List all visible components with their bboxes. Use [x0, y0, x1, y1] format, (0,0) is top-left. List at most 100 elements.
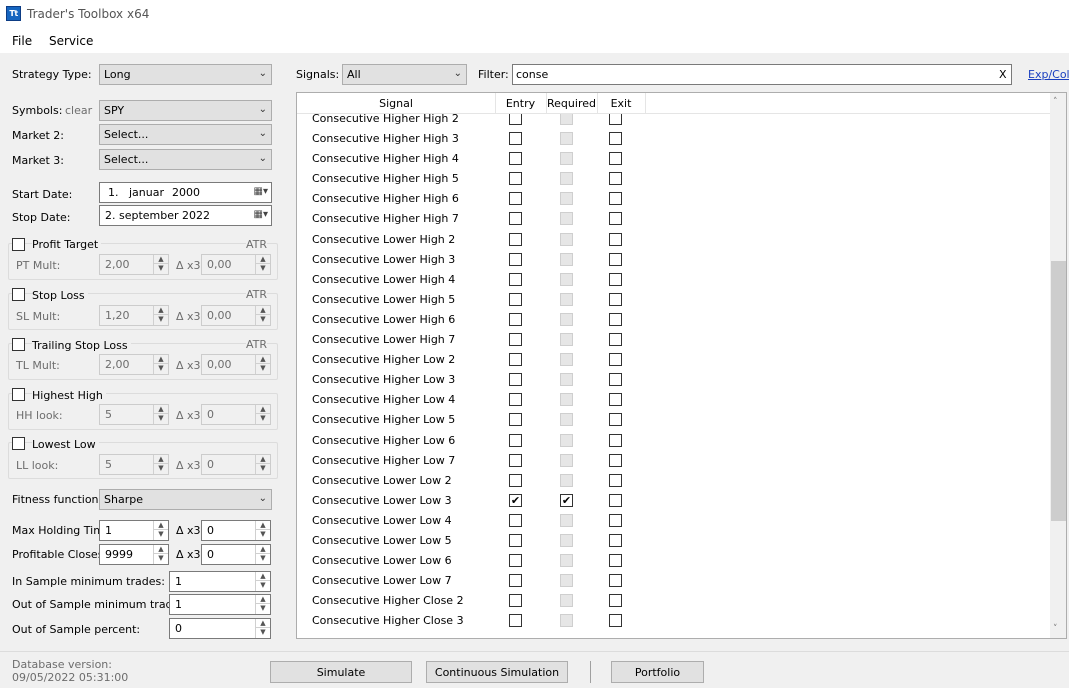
table-row[interactable]: Consecutive Higher Low 5	[297, 410, 1052, 430]
exit-checkbox[interactable]	[609, 312, 622, 326]
spin-down-icon[interactable]: ▼	[256, 414, 270, 423]
spin-up-icon[interactable]: ▲	[154, 306, 168, 315]
calendar-icon[interactable]: ▦▾	[254, 209, 268, 220]
exit-checkbox[interactable]	[609, 353, 622, 367]
spin-up-icon[interactable]: ▲	[256, 255, 270, 264]
spin-down-icon[interactable]: ▼	[256, 581, 270, 590]
table-row-partial[interactable]	[297, 631, 1052, 638]
exit-checkbox[interactable]	[609, 594, 622, 608]
calendar-icon[interactable]: ▦▾	[254, 186, 268, 197]
table-row[interactable]: Consecutive Lower Low 5	[297, 531, 1052, 551]
symbols-select[interactable]: SPY ⌄	[99, 100, 272, 121]
lowest-low-checkbox[interactable]	[12, 437, 25, 450]
table-row[interactable]: Consecutive Higher Low 6	[297, 431, 1052, 451]
max-holding-delta-spinner[interactable]: 0 ▲ ▼	[201, 520, 271, 541]
entry-checkbox[interactable]	[509, 353, 522, 367]
required-checkbox[interactable]	[560, 292, 573, 306]
exit-checkbox[interactable]	[609, 292, 622, 306]
expand-collapse-link[interactable]: Exp/Col	[1028, 68, 1069, 81]
required-checkbox[interactable]	[560, 312, 573, 326]
entry-checkbox[interactable]	[509, 373, 522, 387]
spinner-buttons[interactable]: ▲ ▼	[255, 405, 270, 424]
signals-select[interactable]: All ⌄	[342, 64, 467, 85]
required-checkbox[interactable]	[560, 513, 573, 527]
spin-down-icon[interactable]: ▼	[256, 530, 270, 539]
menu-file[interactable]: File	[12, 34, 32, 48]
required-checkbox[interactable]	[560, 413, 573, 427]
exit-checkbox[interactable]	[609, 373, 622, 387]
filter-clear-button[interactable]: X	[999, 68, 1007, 81]
exit-checkbox[interactable]	[609, 212, 622, 226]
tl-mult-spinner[interactable]: 2,00 ▲ ▼	[99, 354, 169, 375]
table-row[interactable]: Consecutive Higher High 5	[297, 169, 1052, 189]
spinner-buttons[interactable]: ▲ ▼	[255, 619, 270, 638]
exit-checkbox[interactable]	[609, 132, 622, 146]
start-date-picker[interactable]: 1. januar 2000 ▦▾	[99, 182, 272, 203]
exit-checkbox[interactable]	[609, 614, 622, 628]
table-row[interactable]: Consecutive Higher Low 2	[297, 350, 1052, 370]
table-row[interactable]: Consecutive Lower Low 4	[297, 511, 1052, 531]
entry-checkbox[interactable]: ✔	[509, 493, 522, 507]
spin-up-icon[interactable]: ▲	[256, 521, 270, 530]
exit-checkbox[interactable]	[609, 252, 622, 266]
required-checkbox[interactable]	[560, 114, 573, 125]
market3-select[interactable]: Select... ⌄	[99, 149, 272, 170]
spin-down-icon[interactable]: ▼	[256, 464, 270, 473]
required-checkbox[interactable]	[560, 333, 573, 347]
table-row[interactable]: Consecutive Lower High 4	[297, 270, 1052, 290]
vertical-scrollbar[interactable]: ˄ ˅	[1050, 93, 1066, 638]
highest-high-checkbox[interactable]	[12, 388, 25, 401]
required-checkbox[interactable]	[560, 533, 573, 547]
required-checkbox[interactable]	[560, 172, 573, 186]
spinner-buttons[interactable]: ▲ ▼	[255, 521, 270, 540]
spinner-buttons[interactable]: ▲ ▼	[153, 521, 168, 540]
col-header-required[interactable]: Required	[546, 97, 597, 110]
simulate-button[interactable]: Simulate	[270, 661, 412, 683]
exit-checkbox[interactable]	[609, 574, 622, 588]
exit-checkbox[interactable]	[609, 192, 622, 206]
required-checkbox[interactable]	[560, 192, 573, 206]
spin-down-icon[interactable]: ▼	[154, 464, 168, 473]
table-row[interactable]: Consecutive Lower High 6	[297, 310, 1052, 330]
entry-checkbox[interactable]	[509, 433, 522, 447]
spinner-buttons[interactable]: ▲ ▼	[255, 355, 270, 374]
table-row[interactable]: Consecutive Lower High 2	[297, 230, 1052, 250]
table-row[interactable]: Consecutive Lower Low 2	[297, 471, 1052, 491]
spin-down-icon[interactable]: ▼	[154, 530, 168, 539]
spinner-buttons[interactable]: ▲ ▼	[255, 306, 270, 325]
max-holding-spinner[interactable]: 1 ▲ ▼	[99, 520, 169, 541]
entry-checkbox[interactable]	[509, 333, 522, 347]
required-checkbox[interactable]	[560, 353, 573, 367]
required-checkbox[interactable]	[560, 152, 573, 166]
sl-mult-spinner[interactable]: 1,20 ▲ ▼	[99, 305, 169, 326]
exit-checkbox[interactable]	[609, 172, 622, 186]
exit-checkbox[interactable]	[609, 232, 622, 246]
entry-checkbox[interactable]	[509, 614, 522, 628]
fitness-select[interactable]: Sharpe ⌄	[99, 489, 272, 510]
exit-checkbox[interactable]	[609, 272, 622, 286]
spin-down-icon[interactable]: ▼	[256, 264, 270, 273]
exit-checkbox[interactable]	[609, 114, 622, 125]
entry-checkbox[interactable]	[509, 413, 522, 427]
table-row[interactable]: Consecutive Higher Close 2	[297, 591, 1052, 611]
col-header-entry[interactable]: Entry	[495, 97, 546, 110]
table-row[interactable]: Consecutive Higher High 6	[297, 189, 1052, 209]
spinner-buttons[interactable]: ▲ ▼	[153, 405, 168, 424]
spinner-buttons[interactable]: ▲ ▼	[153, 355, 168, 374]
entry-checkbox[interactable]	[509, 554, 522, 568]
spin-up-icon[interactable]: ▲	[256, 355, 270, 364]
required-checkbox[interactable]	[560, 453, 573, 467]
spin-down-icon[interactable]: ▼	[256, 364, 270, 373]
required-checkbox[interactable]	[560, 212, 573, 226]
col-header-signal[interactable]: Signal	[297, 97, 495, 110]
exit-checkbox[interactable]	[609, 473, 622, 487]
spin-up-icon[interactable]: ▲	[154, 521, 168, 530]
exit-checkbox[interactable]	[609, 413, 622, 427]
required-checkbox[interactable]	[560, 232, 573, 246]
required-checkbox[interactable]	[560, 574, 573, 588]
spinner-buttons[interactable]: ▲ ▼	[153, 455, 168, 474]
spin-down-icon[interactable]: ▼	[154, 414, 168, 423]
menu-service[interactable]: Service	[49, 34, 93, 48]
required-checkbox[interactable]	[560, 373, 573, 387]
scroll-down-icon[interactable]: ˅	[1053, 624, 1058, 634]
